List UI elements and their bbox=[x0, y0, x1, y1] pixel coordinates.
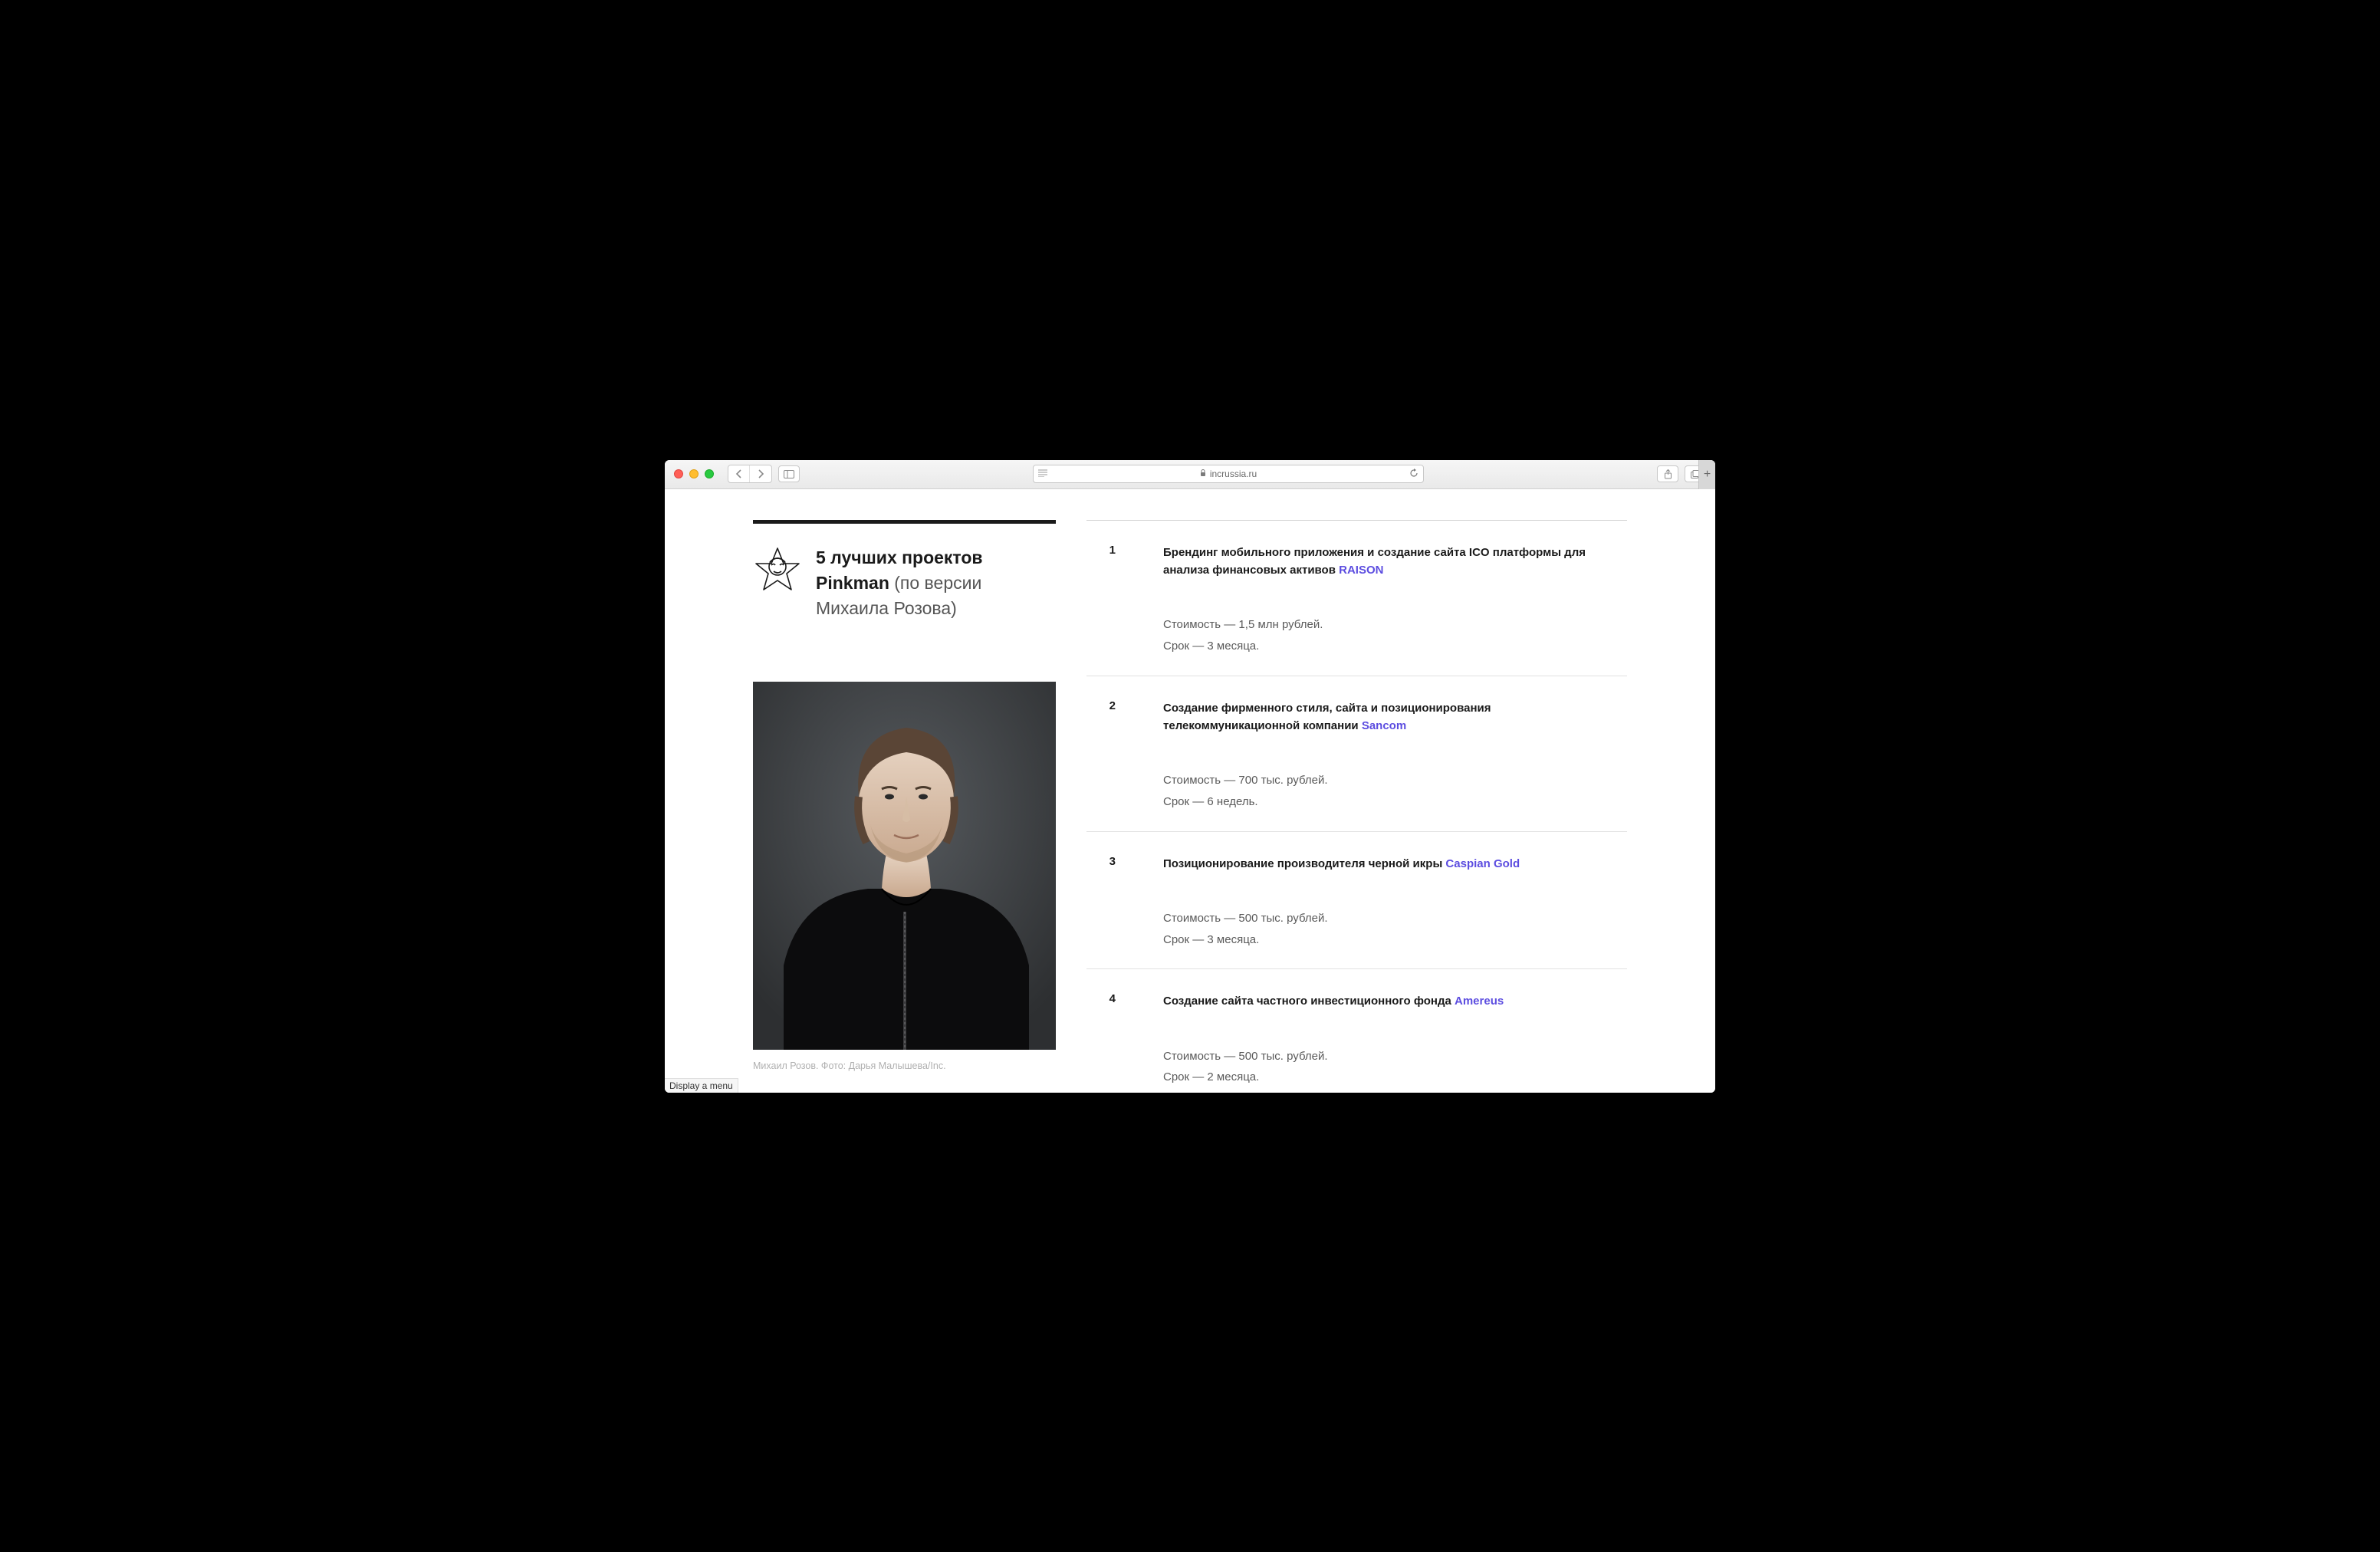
project-cost: Стоимость — 500 тыс. рублей. bbox=[1163, 1046, 1627, 1067]
project-desc: Создание фирменного стиля, сайта и позиц… bbox=[1163, 702, 1491, 732]
project-item: 3 Позиционирование производителя черной и… bbox=[1086, 832, 1627, 970]
project-body: Создание фирменного стиля, сайта и позиц… bbox=[1163, 699, 1627, 813]
project-term: Срок — 2 месяца. bbox=[1163, 1067, 1627, 1088]
project-number: 1 bbox=[1086, 544, 1116, 657]
page-content: 5 лучших проектов Pinkman (по версии Мих… bbox=[665, 489, 1715, 1093]
zoom-window-button[interactable] bbox=[705, 469, 714, 478]
back-button[interactable] bbox=[728, 465, 750, 482]
project-brand-link[interactable]: Sancom bbox=[1362, 719, 1406, 732]
project-number: 2 bbox=[1086, 699, 1116, 813]
sidebar-button[interactable] bbox=[778, 465, 800, 482]
share-button[interactable] bbox=[1657, 465, 1678, 482]
project-meta: Стоимость — 700 тыс. рублей.Срок — 6 нед… bbox=[1163, 770, 1627, 813]
status-bar: Display a menu bbox=[665, 1078, 738, 1093]
project-title: Создание фирменного стиля, сайта и позиц… bbox=[1163, 699, 1627, 735]
project-brand-link[interactable]: RAISON bbox=[1339, 564, 1383, 577]
project-title: Брендинг мобильного приложения и создани… bbox=[1163, 544, 1627, 580]
project-meta: Стоимость — 500 тыс. рублей.Срок — 3 мес… bbox=[1163, 908, 1627, 951]
nav-buttons bbox=[728, 465, 772, 483]
star-person-icon bbox=[753, 545, 802, 598]
project-brand-link[interactable]: Caspian Gold bbox=[1445, 857, 1520, 870]
right-column: 1 Брендинг мобильного приложения и создан… bbox=[1086, 520, 1627, 1093]
minimize-window-button[interactable] bbox=[689, 469, 699, 478]
project-title: Создание сайта частного инвестиционного … bbox=[1163, 992, 1627, 1010]
project-body: Создание сайта частного инвестиционного … bbox=[1163, 992, 1627, 1088]
project-body: Позиционирование производителя черной ик… bbox=[1163, 855, 1627, 951]
project-item: 1 Брендинг мобильного приложения и создан… bbox=[1086, 521, 1627, 676]
project-cost: Стоимость — 1,5 млн рублей. bbox=[1163, 614, 1627, 636]
url-text: incrussia.ru bbox=[1210, 469, 1257, 479]
photo-caption: Михаил Розов. Фото: Дарья Малышева/Inc. bbox=[753, 1060, 1056, 1071]
project-meta: Стоимость — 1,5 млн рублей.Срок — 3 меся… bbox=[1163, 614, 1627, 657]
project-item: 4 Создание сайта частного инвестиционного… bbox=[1086, 969, 1627, 1092]
article-title: 5 лучших проектов Pinkman (по версии Мих… bbox=[816, 545, 1056, 622]
close-window-button[interactable] bbox=[674, 469, 683, 478]
project-term: Срок — 3 месяца. bbox=[1163, 636, 1627, 657]
titlebar: incrussia.ru + bbox=[665, 460, 1715, 489]
project-desc: Создание сайта частного инвестиционного … bbox=[1163, 995, 1455, 1008]
left-column: 5 лучших проектов Pinkman (по версии Мих… bbox=[753, 520, 1056, 1093]
project-cost: Стоимость — 500 тыс. рублей. bbox=[1163, 908, 1627, 929]
project-item: 2 Создание фирменного стиля, сайта и пози… bbox=[1086, 676, 1627, 832]
divider-thick bbox=[753, 520, 1056, 524]
project-brand-link[interactable]: Amereus bbox=[1455, 995, 1504, 1008]
window-controls bbox=[674, 469, 714, 478]
author-photo bbox=[753, 682, 1056, 1050]
forward-button[interactable] bbox=[750, 465, 771, 482]
project-meta: Стоимость — 500 тыс. рублей.Срок — 2 мес… bbox=[1163, 1046, 1627, 1089]
project-cost: Стоимость — 700 тыс. рублей. bbox=[1163, 770, 1627, 791]
new-tab-button[interactable]: + bbox=[1698, 460, 1715, 489]
project-desc: Позиционирование производителя черной ик… bbox=[1163, 857, 1445, 870]
project-term: Срок — 3 месяца. bbox=[1163, 929, 1627, 951]
project-title: Позиционирование производителя черной ик… bbox=[1163, 855, 1627, 873]
project-term: Срок — 6 недель. bbox=[1163, 791, 1627, 813]
reader-icon[interactable] bbox=[1038, 469, 1047, 479]
browser-window: incrussia.ru + bbox=[665, 460, 1715, 1093]
reload-icon[interactable] bbox=[1409, 469, 1418, 480]
project-number: 3 bbox=[1086, 855, 1116, 951]
lock-icon bbox=[1200, 469, 1206, 479]
project-body: Брендинг мобильного приложения и создани… bbox=[1163, 544, 1627, 657]
address-bar[interactable]: incrussia.ru bbox=[1033, 465, 1424, 483]
project-number: 4 bbox=[1086, 992, 1116, 1088]
